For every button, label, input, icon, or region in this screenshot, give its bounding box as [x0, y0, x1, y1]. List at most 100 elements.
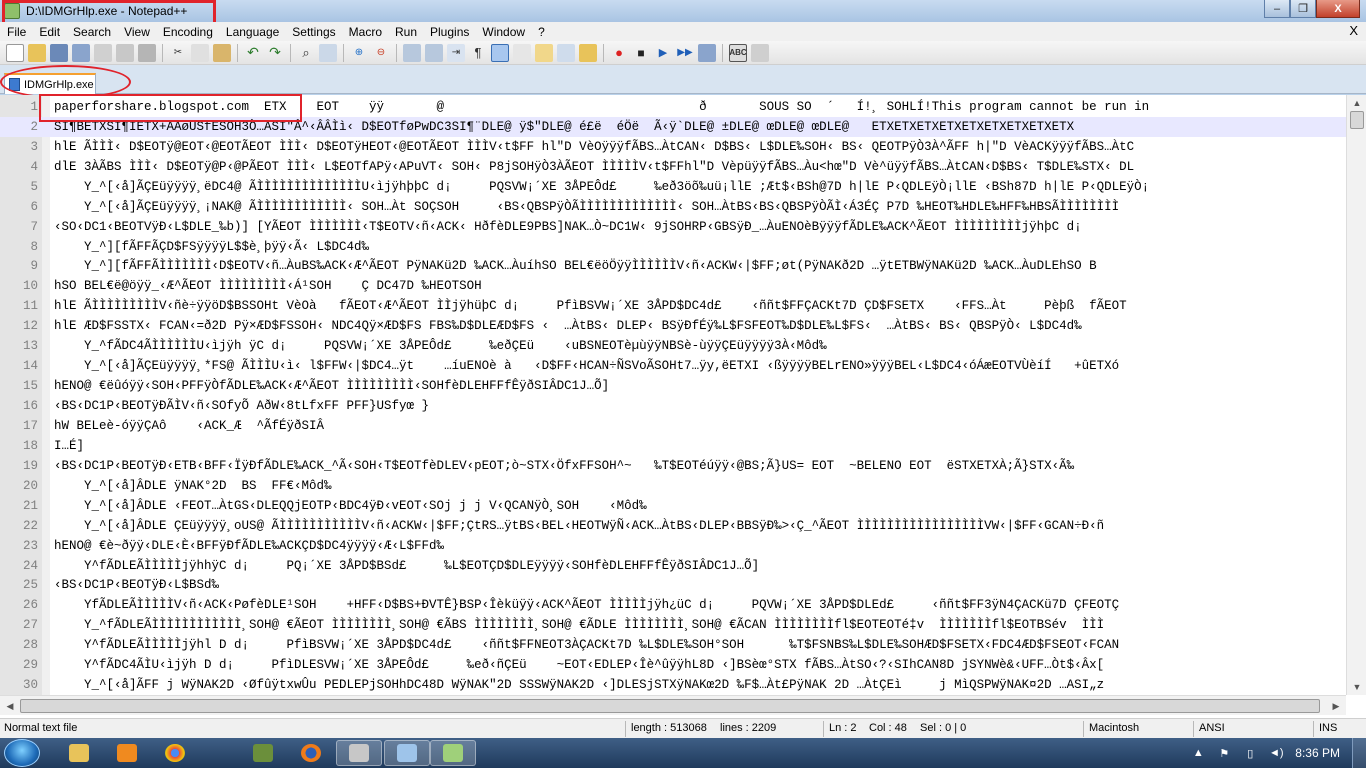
editor-line[interactable]: 16 ‹BS‹DC1P‹BEOTÿÐÃÌV‹ñ‹SOfyÕ AðW‹8tLfxFF… — [0, 396, 1346, 416]
menu-settings[interactable]: Settings — [285, 25, 341, 39]
editor-line[interactable]: 11 hlE ÃÌÌÌÌÌÌÌÌÌV‹ñè÷ÿÿöD$BSSOHt VèOà fÃ… — [0, 296, 1346, 316]
editor-line[interactable]: 4 dlE 3ÀÃBS ÌÌÌ‹ D$EOTÿ@P‹@PÃEOT ÌÌÌ‹ L$E… — [0, 157, 1346, 177]
notes-taskbar-button[interactable] — [384, 740, 430, 766]
line-text[interactable]: dlE 3ÀÃBS ÌÌÌ‹ D$EOTÿ@P‹@PÃEOT ÌÌÌ‹ L$EO… — [54, 160, 1134, 174]
line-text[interactable]: hSO BEL€ë@öÿÿ_‹Æ^ÃEOT ÌÌÌÌÌÌÌÌÌ‹Á¹SOH Ç … — [54, 279, 482, 293]
menu-plugins[interactable]: Plugins — [423, 25, 475, 39]
zoom-out-icon[interactable]: ⊖ — [372, 44, 390, 62]
line-text[interactable]: Y_^][fÃFFÃÇD$FSÿÿÿÿL$$è¸þÿÿ‹Ã‹ L$DC4d‰ — [54, 240, 369, 254]
scroll-right-icon[interactable]: ▶ — [1328, 698, 1344, 714]
line-text[interactable]: hlE ÃÌÌÌÌÌÌÌÌÌV‹ñè÷ÿÿöD$BSSOHt VèOà fÃEO… — [54, 299, 1127, 313]
firefox-taskbar-button[interactable] — [288, 740, 334, 766]
show-desktop-button[interactable] — [1352, 738, 1366, 768]
scroll-down-icon[interactable]: ▼ — [1349, 679, 1365, 695]
paste-icon[interactable] — [213, 43, 231, 62]
editor-line[interactable]: 26 YfÃDLEÃÌÌÌÌÌV‹ñ‹ACK‹PøfèDLE¹SOH +HFF‹… — [0, 595, 1346, 615]
line-text[interactable]: SI¶BETXSI¶IETX+AAøUSfESOH3Ò…ASI"Â^‹ÂÂÌì‹… — [54, 120, 1074, 134]
editor-line[interactable]: 29 Y^fÃDC4ÃÌU‹ìjÿh D d¡ PfìDLESVW¡´XE 3Å… — [0, 655, 1346, 675]
menu-window[interactable]: Window — [475, 25, 531, 39]
copy-icon[interactable] — [191, 43, 209, 62]
status-encoding[interactable]: ANSI — [1199, 722, 1225, 734]
line-text[interactable]: Y_^[‹å]ÃFF j WÿNAK2D ‹ØfûÿtxwÛu PEDLEPjS… — [54, 678, 1104, 692]
menu-macro[interactable]: Macro — [342, 25, 388, 39]
new-file-icon[interactable] — [6, 43, 24, 62]
line-text[interactable]: Y_^[‹å]ÃÇEüÿÿÿÿ¸¡NAK@ ÃÌÌÌÌÌÌÌÌÌÌÌÌ‹ SOH… — [54, 200, 1119, 214]
notepad-plus-plus-taskbar-button[interactable] — [430, 740, 476, 766]
line-text[interactable]: ‹BS‹DC1P‹BEOTÿÐ‹L$BSd‰ — [54, 578, 219, 592]
start-button[interactable] — [4, 739, 40, 767]
save-all-icon[interactable] — [72, 43, 90, 62]
menu-search[interactable]: Search — [66, 25, 117, 39]
editor-line[interactable]: 8 Y_^][fÃFFÃÇD$FSÿÿÿÿL$$è¸þÿÿ‹Ã‹ L$DC4d‰ — [0, 237, 1346, 257]
network-tool-taskbar-button[interactable] — [240, 740, 286, 766]
horizontal-scrollbar[interactable]: ◀ ▶ — [0, 695, 1346, 715]
editor-line[interactable]: 20 Y_^[‹å]ÂDLE ÿNAK°2D BS FF€‹Môd‰ — [0, 476, 1346, 496]
settings-icon[interactable] — [751, 43, 769, 62]
sync-vertical-icon[interactable] — [403, 43, 421, 62]
editor-line[interactable]: 30 Y_^[‹å]ÃFF j WÿNAK2D ‹ØfûÿtxwÛu PEDLE… — [0, 675, 1346, 695]
cut-icon[interactable]: ✂ — [169, 44, 187, 62]
menu-help[interactable]: ? — [531, 25, 551, 39]
zoom-in-icon[interactable]: ⊕ — [350, 44, 368, 62]
editor-line[interactable]: 9 Y_^][fÃFFÃÌÌÌÌÌÌÌ‹D$EOTV‹ñ…ÀuBS‰ACK‹Æ^… — [0, 257, 1346, 277]
menu-encoding[interactable]: Encoding — [156, 25, 219, 39]
line-text[interactable]: Y_^[‹å]ÂDLE ÿNAK°2D BS FF€‹Môd‰ — [54, 479, 332, 493]
editor-line[interactable]: 10 hSO BEL€ë@öÿÿ_‹Æ^ÃEOT ÌÌÌÌÌÌÌÌÌ‹Á¹SOH … — [0, 276, 1346, 296]
editor[interactable]: 1 paperforshare.blogspot.com ETX EOT ÿÿ @… — [0, 95, 1366, 720]
line-text[interactable]: Y_^[‹å]ÂDLE ÇEüÿÿÿÿ¸oUS@ ÃÌÌÌÌÌÌÌÌÌÌÌV‹ñ… — [54, 519, 1104, 533]
editor-line[interactable]: 27 Y_^fÃDLEÃÌÌÌÌÌÌÌÌÌÌÌÌ¸SOH@ €ÃEOT ÌÌÌÌ… — [0, 615, 1346, 635]
maximize-button[interactable]: ❐ — [1290, 0, 1316, 18]
function-list-icon[interactable] — [557, 43, 575, 62]
line-text[interactable]: Y^fÃDC4ÃÌU‹ìjÿh D d¡ PfìDLESVW¡´XE 3ÅPEÔ… — [54, 658, 1104, 672]
editor-line[interactable]: 25 ‹BS‹DC1P‹BEOTÿÐ‹L$BSd‰ — [0, 576, 1346, 596]
open-file-icon[interactable] — [28, 43, 46, 62]
run-macro-multiple-icon[interactable]: ▶▶ — [676, 44, 694, 62]
chrome-taskbar-button[interactable] — [152, 740, 198, 766]
line-text[interactable]: Y_^fÃDC4ÃÌÌÌÌÌÌU‹ìjÿh ÿC d¡ PQSVW¡´XE 3Å… — [54, 339, 827, 353]
close-button[interactable]: X — [1316, 0, 1360, 18]
menu-language[interactable]: Language — [219, 25, 285, 39]
scroll-up-icon[interactable]: ▲ — [1349, 95, 1365, 111]
line-text[interactable]: Y^fÃDLEÃÌÌÌÌÌjÿhhÿC d¡ PQ¡´XE 3ÅPD$BSd£ … — [54, 559, 759, 573]
close-document-button[interactable]: X — [1349, 23, 1358, 38]
line-text[interactable]: hW BELeè-óÿÿÇAô ‹ACK_Æ ^ÃfÉÿðSIÂ — [54, 419, 324, 433]
redo-icon[interactable]: ↷ — [266, 44, 284, 62]
text-area[interactable]: 1 paperforshare.blogspot.com ETX EOT ÿÿ @… — [0, 97, 1346, 695]
status-insert-mode[interactable]: INS — [1319, 722, 1337, 734]
play-macro-icon[interactable]: ▶ — [654, 44, 672, 62]
close-icon[interactable] — [94, 43, 112, 62]
vertical-scrollbar[interactable]: ▲ ▼ — [1346, 95, 1366, 695]
menu-edit[interactable]: Edit — [32, 25, 66, 39]
editor-line[interactable]: 22 Y_^[‹å]ÂDLE ÇEüÿÿÿÿ¸oUS@ ÃÌÌÌÌÌÌÌÌÌÌÌ… — [0, 516, 1346, 536]
battery-icon[interactable]: ▯ — [1243, 746, 1257, 760]
line-text[interactable]: Y_^[‹å]ÃÇEüÿÿÿÿ¸ëDC4@ ÃÌÌÌÌÌÌÌÌÌÌÌÌÌÌU‹ì… — [54, 180, 1149, 194]
editor-line[interactable]: 13 Y_^fÃDC4ÃÌÌÌÌÌÌU‹ìjÿh ÿC d¡ PQSVW¡´XE… — [0, 336, 1346, 356]
menu-file[interactable]: File — [0, 25, 32, 39]
undo-icon[interactable]: ↶ — [244, 44, 262, 62]
editor-line[interactable]: 24 Y^fÃDLEÃÌÌÌÌÌjÿhhÿC d¡ PQ¡´XE 3ÅPD$BS… — [0, 556, 1346, 576]
user-lang-icon[interactable] — [513, 43, 531, 62]
replace-icon[interactable] — [319, 43, 337, 62]
minimize-button[interactable]: – — [1264, 0, 1290, 18]
clock[interactable]: 8:36 PM — [1295, 746, 1340, 760]
editor-line[interactable]: 21 Y_^[‹å]ÂDLE ‹FEOT…ÀtGS‹DLEQQjEOTP‹BDC… — [0, 496, 1346, 516]
find-icon[interactable]: ⌕ — [297, 44, 315, 62]
editor-line[interactable]: 3 hlE ÃÌÌÌ‹ D$EOTÿ@EOT‹@EOTÃEOT ÌÌÌ‹ D$EO… — [0, 137, 1346, 157]
screen-capture-taskbar-button[interactable] — [336, 740, 382, 766]
explorer-taskbar-button[interactable] — [56, 740, 102, 766]
horizontal-scroll-thumb[interactable] — [20, 699, 1320, 713]
stop-macro-icon[interactable]: ■ — [632, 44, 650, 62]
editor-line[interactable]: 14 Y_^[‹å]ÃÇEüÿÿÿÿ¸*FS@ ÃÌÌÌU‹ì‹ l$FFW‹|… — [0, 356, 1346, 376]
line-text[interactable]: hlE ÆD$FSSTX‹ FCAN‹=ð2D Pÿ×ÆD$FSSOH‹ NDC… — [54, 319, 1082, 333]
line-text[interactable]: Y_^][fÃFFÃÌÌÌÌÌÌÌ‹D$EOTV‹ñ…ÀuBS‰ACK‹Æ^ÃE… — [54, 259, 1097, 273]
editor-line[interactable]: 28 Y^fÃDLEÃÌÌÌÌÌjÿhl D d¡ PfìBSVW¡´XE 3Å… — [0, 635, 1346, 655]
editor-line[interactable]: 15 hENO@ €ëûóÿÿ‹SOH‹PFFÿÒfÃDLE‰ACK‹Æ^ÃEOT… — [0, 376, 1346, 396]
line-text[interactable]: Y_^[‹å]ÂDLE ‹FEOT…ÀtGS‹DLEQQjEOTP‹BDC4ÿÐ… — [54, 499, 647, 513]
save-icon[interactable] — [50, 43, 68, 62]
volume-icon[interactable]: ◄) — [1269, 746, 1284, 760]
line-text[interactable]: Y_^fÃDLEÃÌÌÌÌÌÌÌÌÌÌÌÌ¸SOH@ €ÃEOT ÌÌÌÌÌÌÌ… — [54, 618, 1104, 632]
editor-line[interactable]: 12 hlE ÆD$FSSTX‹ FCAN‹=ð2D Pÿ×ÆD$FSSOH‹ N… — [0, 316, 1346, 336]
line-text[interactable]: Y_^[‹å]ÃÇEüÿÿÿÿ¸*FS@ ÃÌÌÌU‹ì‹ l$FFW‹|$DC… — [54, 359, 1119, 373]
record-macro-icon[interactable]: ● — [610, 44, 628, 62]
editor-line[interactable]: 6 Y_^[‹å]ÃÇEüÿÿÿÿ¸¡NAK@ ÃÌÌÌÌÌÌÌÌÌÌÌÌ‹ S… — [0, 197, 1346, 217]
